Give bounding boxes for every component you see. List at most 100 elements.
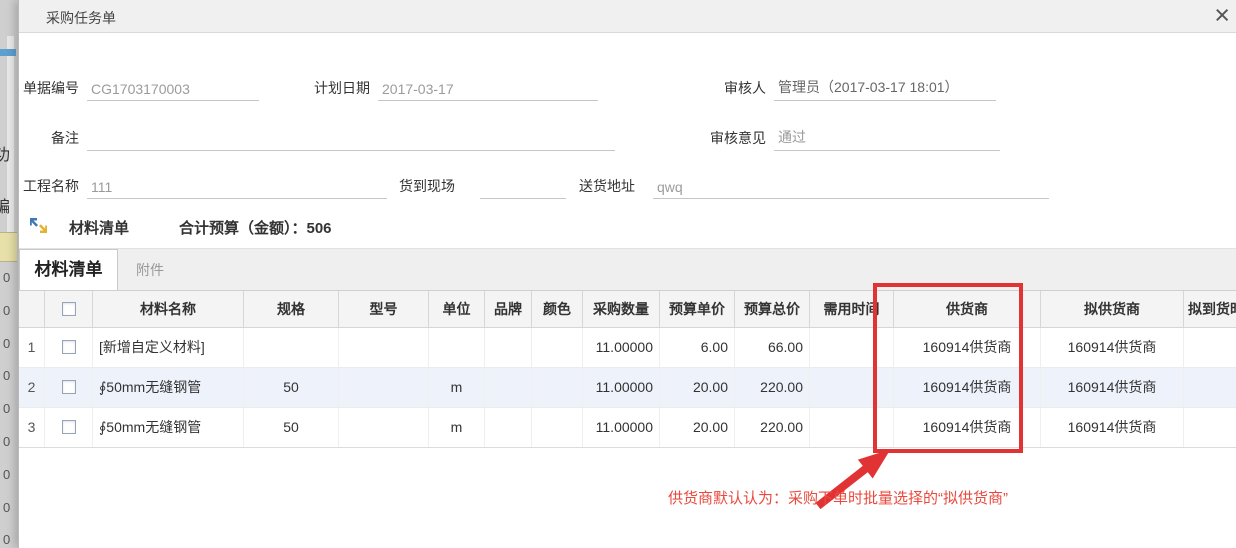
grid-header: 材料名称规格型号单位品牌颜色采购数量预算单价预算总价需用时间供货商拟供货商拟到货… — [19, 290, 1236, 328]
background-row-number: 0 — [3, 303, 10, 318]
background-row-number: 0 — [3, 401, 10, 416]
column-header-qty: 采购数量 — [583, 291, 660, 328]
cell-supplier: 160914供货商 — [894, 408, 1041, 447]
cell-proposed_supplier: 160914供货商 — [1041, 328, 1184, 367]
cell-proposed_supplier: 160914供货商 — [1041, 408, 1184, 447]
cell-arrival_time — [1184, 408, 1236, 447]
plan-date-label: 计划日期 — [314, 78, 370, 101]
project-name-label: 工程名称 — [23, 176, 79, 199]
grid-body: 1[新增自定义材料]11.000006.0066.00160914供货商1609… — [19, 328, 1236, 448]
cell-budget_total: 220.00 — [735, 368, 810, 407]
cell-name: [新增自定义材料] — [93, 328, 244, 367]
cell-brand — [485, 368, 532, 407]
column-header-supplier: 供货商 — [894, 291, 1041, 328]
dialog-title: 采购任务单 — [46, 8, 116, 28]
cell-color — [532, 328, 583, 367]
budget-total-summary: 合计预算（金额）：506 — [179, 217, 332, 238]
review-opinion-label: 审核意见 — [706, 128, 766, 151]
column-header-model: 型号 — [339, 291, 429, 328]
background-row-number: 0 — [3, 270, 10, 285]
cell-qty: 11.00000 — [583, 368, 660, 407]
arrival-site-input[interactable] — [480, 195, 566, 199]
remarks-field: 备注 — [51, 125, 615, 151]
column-header-name: 材料名称 — [93, 291, 244, 328]
cell-name: ∮50mm无缝钢管 — [93, 368, 244, 407]
cell-budget_price: 20.00 — [660, 408, 735, 447]
reviewer-label: 审核人 — [710, 78, 766, 101]
cell-model — [339, 408, 429, 447]
cell-budget_price: 20.00 — [660, 368, 735, 407]
reviewer-input[interactable]: 管理员（2017-03-17 18:01） — [774, 77, 996, 101]
table-row[interactable]: 3∮50mm无缝钢管50m11.0000020.00220.00160914供货… — [19, 408, 1236, 448]
project-name-input[interactable]: 111 — [87, 179, 387, 199]
row-checkbox[interactable] — [62, 340, 76, 354]
background-row-number: 0 — [3, 500, 10, 515]
column-header-budget_price: 预算单价 — [660, 291, 735, 328]
cell-spec: 50 — [244, 368, 339, 407]
select-all-checkbox[interactable] — [62, 302, 76, 316]
cell-qty: 11.00000 — [583, 328, 660, 367]
remarks-label: 备注 — [51, 128, 79, 151]
background-row-number: 0 — [3, 532, 10, 547]
cell-rownum: 2 — [19, 368, 45, 407]
arrival-site-label: 货到现场 — [399, 176, 455, 199]
column-header-rownum — [19, 291, 45, 328]
column-header-proposed_supplier: 拟供货商 — [1041, 291, 1184, 328]
column-header-need_time: 需用时间 — [810, 291, 894, 328]
plan-date-input[interactable]: 2017-03-17 — [378, 81, 598, 101]
background-blue-bar — [0, 49, 16, 56]
cell-supplier: 160914供货商 — [894, 328, 1041, 367]
order-number-field: 单据编号 CG1703170003 — [23, 75, 259, 101]
cell-rownum: 3 — [19, 408, 45, 447]
cell-unit: m — [429, 368, 485, 407]
cell-budget_price: 6.00 — [660, 328, 735, 367]
tab-bar: 材料清单 附件 — [19, 248, 1236, 290]
cell-proposed_supplier: 160914供货商 — [1041, 368, 1184, 407]
row-checkbox[interactable] — [62, 380, 76, 394]
row-checkbox-cell — [45, 408, 93, 447]
purchase-task-dialog: 采购任务单 × 单据编号 CG1703170003 计划日期 2017-03-1… — [18, 0, 1236, 548]
background-clipped-char: 编 — [0, 193, 10, 217]
cell-need_time — [810, 408, 894, 447]
cell-rownum: 1 — [19, 328, 45, 367]
cell-qty: 11.00000 — [583, 408, 660, 447]
cell-brand — [485, 328, 532, 367]
background-clipped-char: 功 — [0, 141, 10, 165]
column-header-color: 颜色 — [532, 291, 583, 328]
cell-need_time — [810, 368, 894, 407]
delivery-address-input[interactable]: qwq — [653, 179, 1049, 199]
cell-budget_total: 66.00 — [735, 328, 810, 367]
remarks-input[interactable] — [87, 147, 615, 151]
cell-brand — [485, 408, 532, 447]
order-number-input[interactable]: CG1703170003 — [87, 81, 259, 101]
cell-budget_total: 220.00 — [735, 408, 810, 447]
background-page-strip: 功 编 000000000 — [0, 0, 18, 548]
section-title: 材料清单 — [69, 217, 129, 238]
cell-unit — [429, 328, 485, 367]
tab-material-list[interactable]: 材料清单 — [19, 249, 118, 291]
tab-attachments[interactable]: 附件 — [118, 249, 182, 291]
annotation-text: 供货商默认认为：采购下单时批量选择的“拟供货商” — [668, 487, 1008, 508]
arrival-site-field: 货到现场 — [399, 173, 566, 199]
cell-model — [339, 328, 429, 367]
row-checkbox[interactable] — [62, 420, 76, 434]
background-selected-cell — [0, 232, 17, 262]
column-header-brand: 品牌 — [485, 291, 532, 328]
cell-spec — [244, 328, 339, 367]
cell-model — [339, 368, 429, 407]
expand-icon[interactable] — [29, 217, 48, 239]
material-grid: 材料名称规格型号单位品牌颜色采购数量预算单价预算总价需用时间供货商拟供货商拟到货… — [19, 290, 1236, 449]
column-header-budget_total: 预算总价 — [735, 291, 810, 328]
reviewer-field: 审核人 管理员（2017-03-17 18:01） — [710, 75, 996, 101]
order-number-label: 单据编号 — [23, 78, 79, 101]
review-opinion-input[interactable]: 通过 — [774, 127, 1000, 151]
table-row[interactable]: 2 ∮50mm无缝钢管50 m 11.0000020.00220.00 160914供货… — [19, 368, 1236, 408]
cell-supplier: 160914供货商 — [894, 368, 1041, 407]
plan-date-field: 计划日期 2017-03-17 — [314, 75, 598, 101]
row-checkbox-cell — [45, 368, 93, 407]
row-checkbox-cell — [45, 328, 93, 367]
table-row[interactable]: 1 [新增自定义材料] 11.000006.0066.00 160914供货商1609… — [19, 328, 1236, 368]
cell-color — [532, 408, 583, 447]
cell-arrival_time — [1184, 368, 1236, 407]
close-icon[interactable]: × — [1214, 0, 1230, 32]
